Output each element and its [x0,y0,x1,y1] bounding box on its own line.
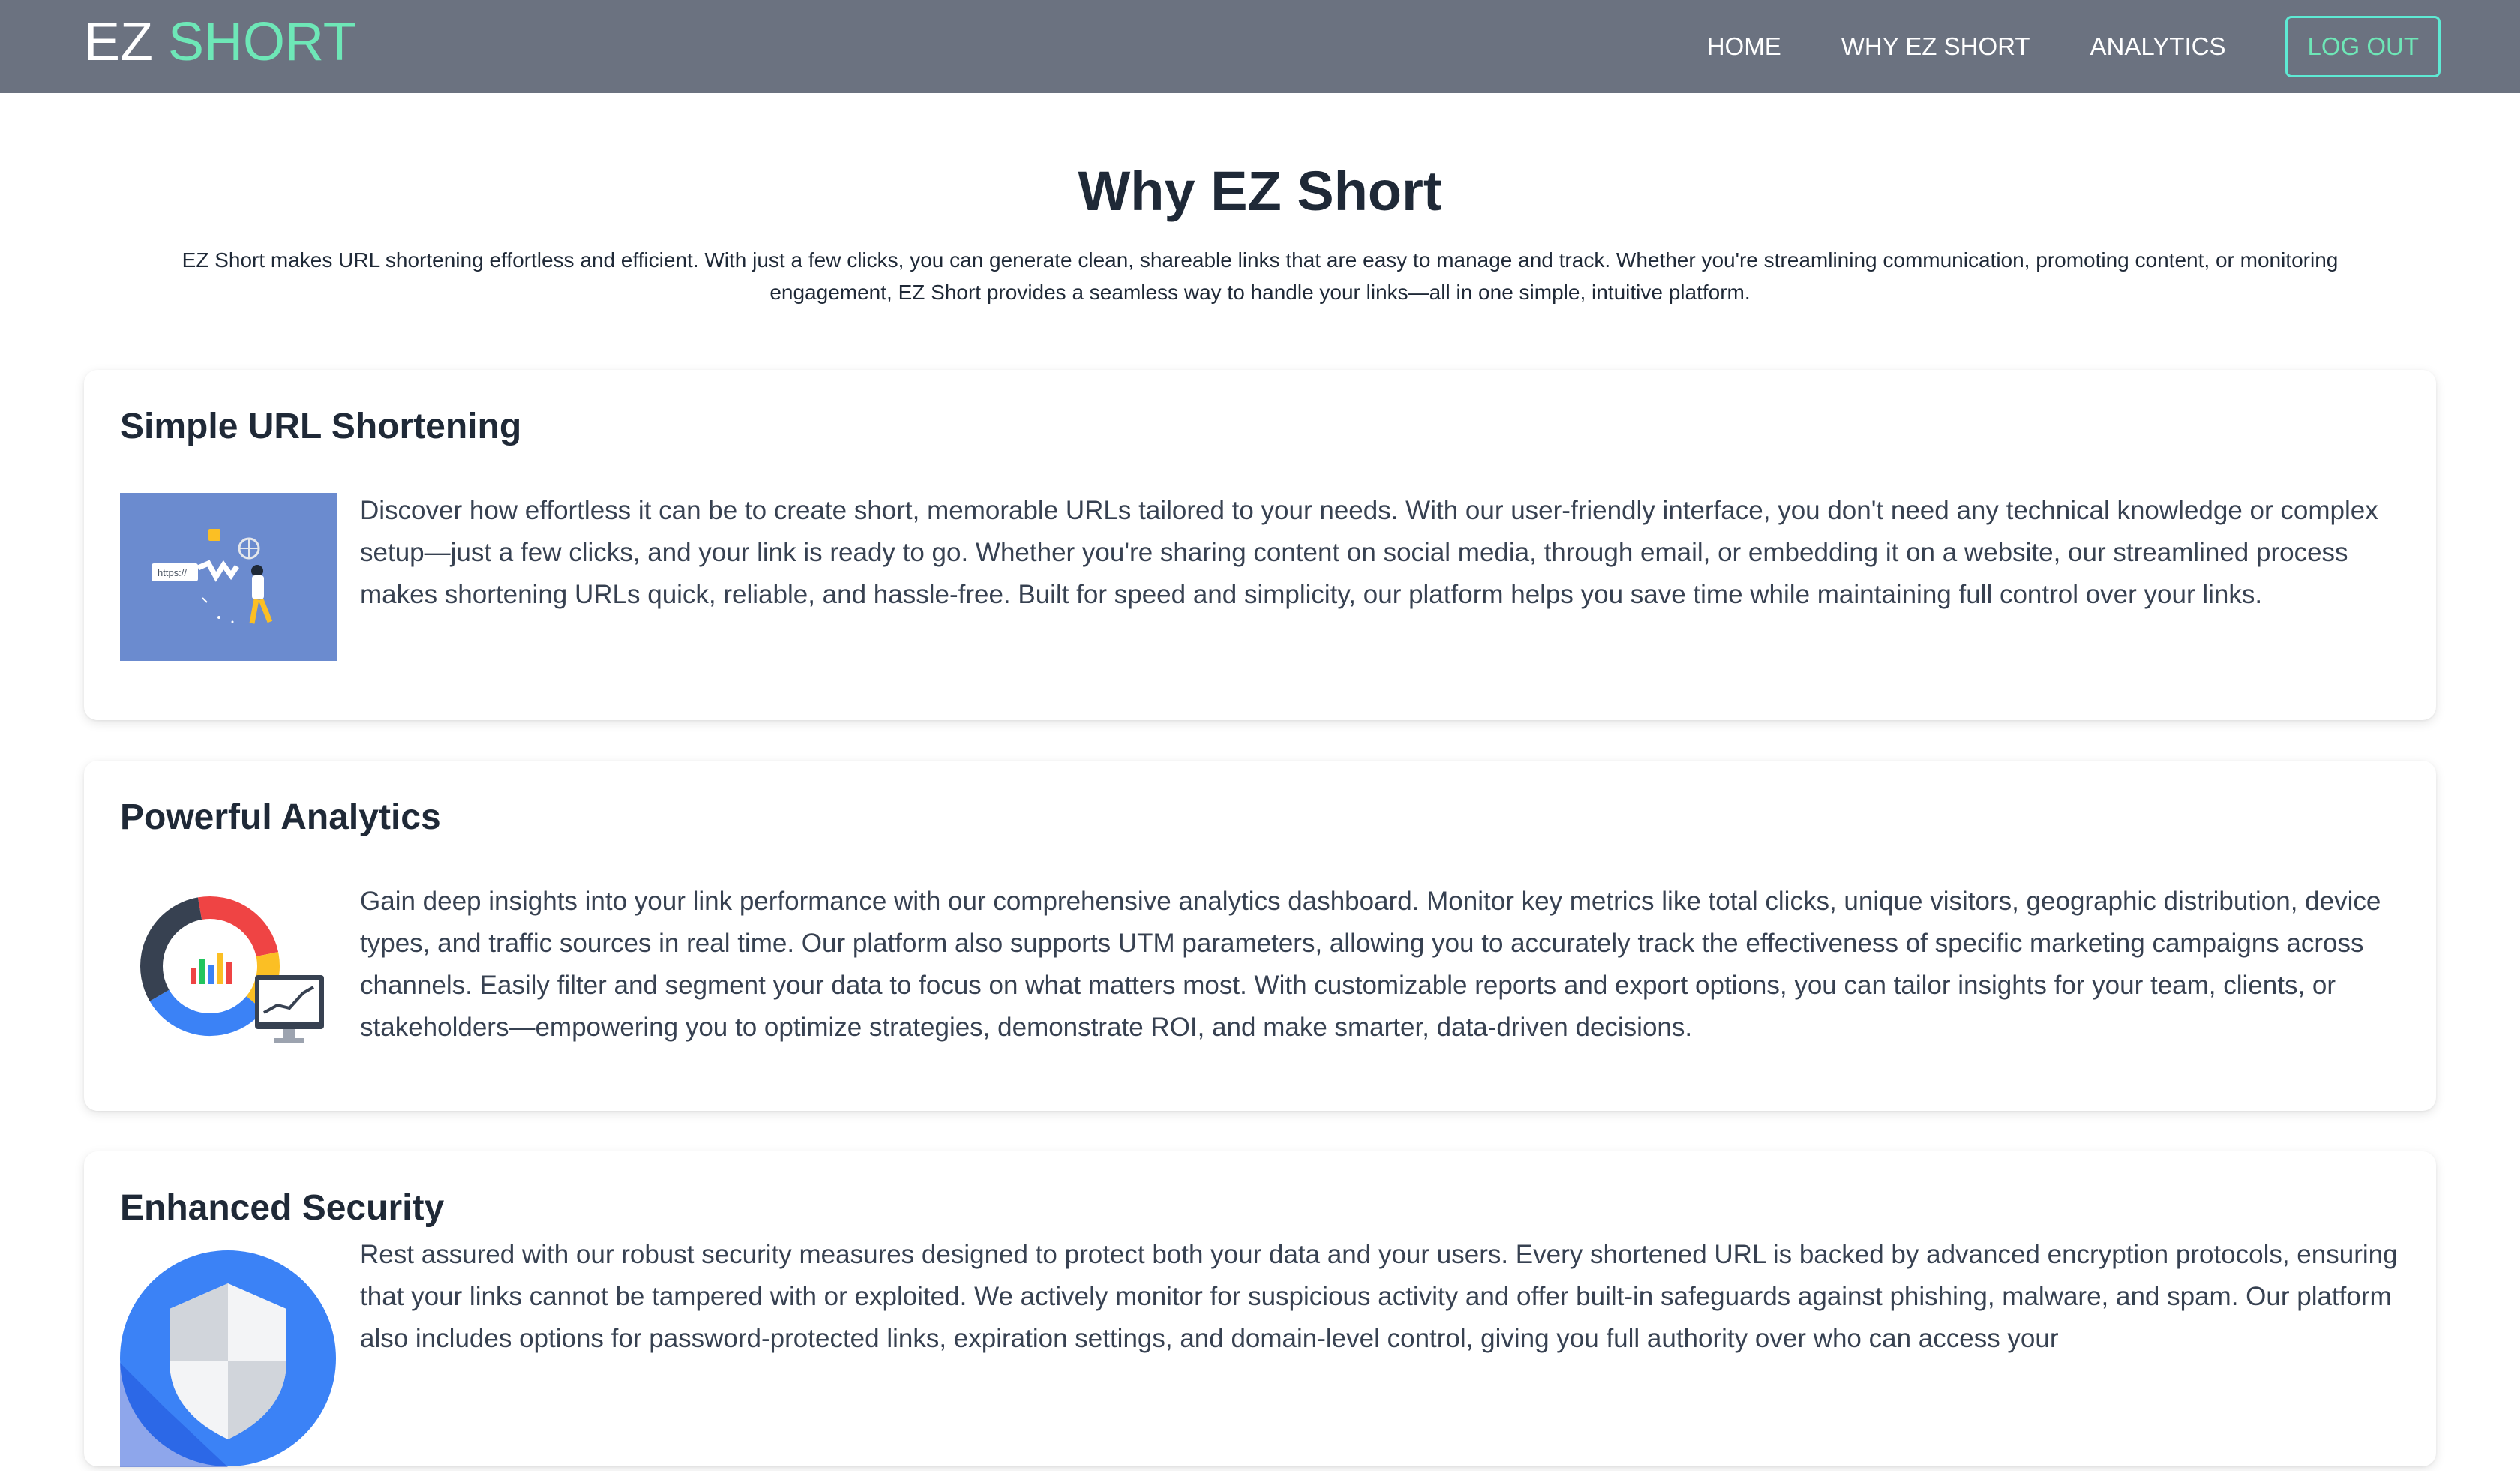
feature-description: Rest assured with our robust security me… [360,1240,2398,1353]
top-navbar: EZ SHORT HOME WHY EZ SHORT ANALYTICS LOG… [0,0,2520,93]
brand-logo[interactable]: EZ SHORT [84,9,356,75]
feature-card-security: Enhanced Security Rest assured with our … [84,1151,2436,1467]
nav-home-link[interactable]: HOME [1707,32,1781,61]
security-illustration [120,1250,337,1467]
shield-icon [120,1250,336,1467]
feature-card-analytics: Powerful Analytics Gain deep insights in… [84,761,2436,1111]
analytics-chart-icon [140,896,324,1043]
feature-description: Discover how effortless it can be to cre… [360,496,2378,609]
url-shortening-illustration: https:// [120,493,337,661]
feature-title: Powerful Analytics [120,797,441,837]
feature-title: Enhanced Security [120,1188,445,1228]
nav-analytics-link[interactable]: ANALYTICS [2090,32,2226,61]
feature-title: Simple URL Shortening [120,407,522,446]
brand-text-ez: EZ [84,12,154,72]
nav-why-link[interactable]: WHY EZ SHORT [1841,32,2030,61]
page-title: Why EZ Short [1078,160,1442,222]
link-illustration-icon: https:// [152,529,273,624]
nav-links: HOME WHY EZ SHORT ANALYTICS LOG OUT [1647,0,2440,93]
illustration-url-text: https:// [158,567,187,578]
brand-text-short: SHORT [168,12,356,72]
feature-description: Gain deep insights into your link perfor… [360,887,2381,1042]
feature-card-url-shortening: Simple URL Shortening https:// Discover … [84,370,2436,720]
page-intro: EZ Short makes URL shortening effortless… [182,248,2338,304]
analytics-illustration [120,881,337,1061]
logout-button[interactable]: LOG OUT [2285,16,2440,77]
